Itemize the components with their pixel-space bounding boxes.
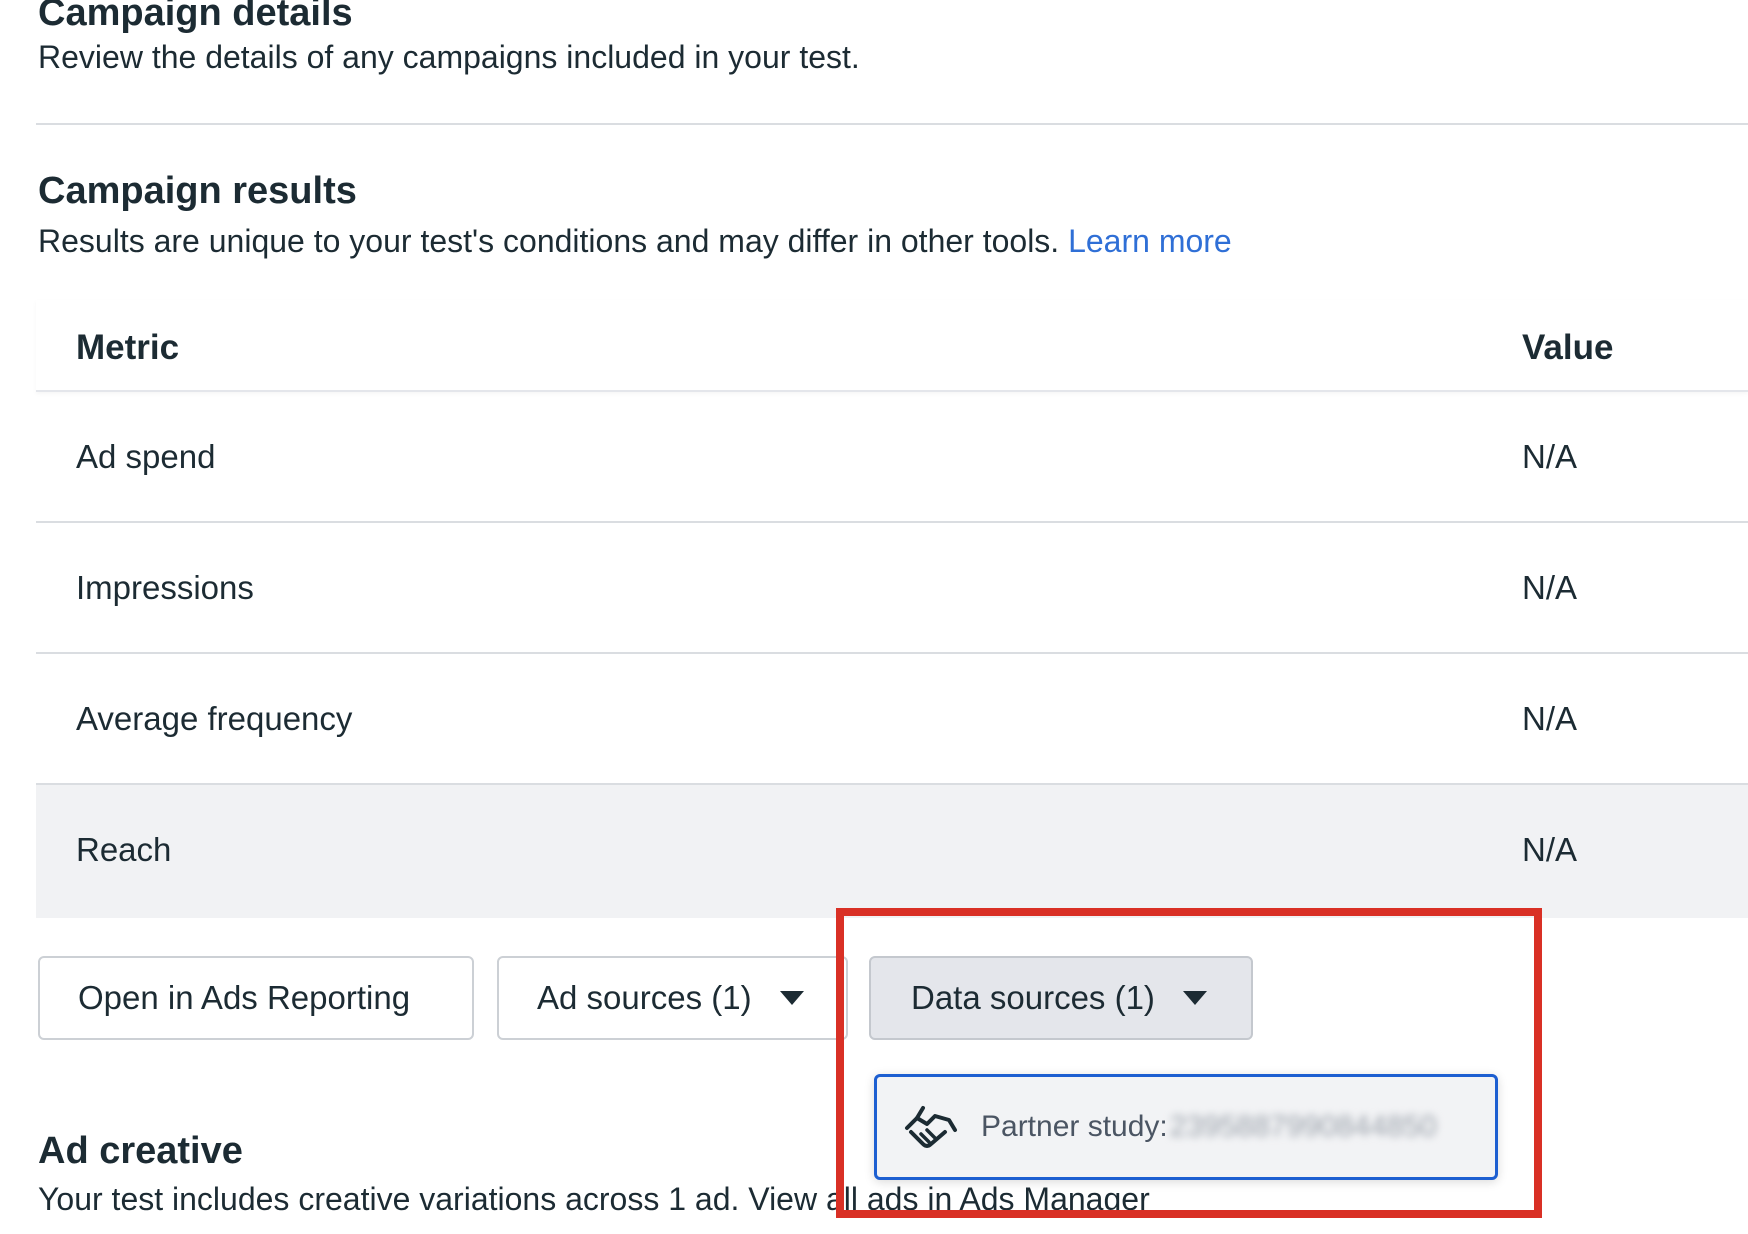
learn-more-link[interactable]: Learn more [1068,223,1232,259]
row-metric: Impressions [76,569,254,606]
partner-study-id-redacted: 2395887990844850 [1169,1110,1437,1143]
column-header-metric: Metric [76,328,180,367]
row-metric: Ad spend [76,438,216,475]
table-row: Ad spend N/A [36,392,1748,523]
data-sources-menu-item[interactable]: Partner study: 2395887990844850 [874,1074,1498,1180]
caret-down-icon [1182,991,1207,1005]
table-row: Impressions N/A [36,523,1748,654]
row-metric: Reach [76,831,172,868]
campaign-results-title: Campaign results [38,170,357,212]
campaign-details-subtitle: Review the details of any campaigns incl… [38,39,860,75]
page: Campaign details Review the details of a… [0,0,1748,1234]
campaign-details-title: Campaign details [38,0,353,34]
partner-study-label: Partner study: [981,1110,1168,1143]
data-sources-dropdown-button[interactable]: Data sources (1) [869,956,1253,1040]
data-sources-label: Data sources (1) [911,979,1155,1016]
view-all-ads-link[interactable]: View all ads in Ads Manager [748,1181,1149,1217]
row-value: N/A [1522,438,1578,475]
ad-sources-label: Ad sources (1) [537,979,752,1016]
campaign-results-table: Metric Value Ad spend N/A Impressions N/… [36,300,1748,918]
ad-creative-title: Ad creative [38,1130,243,1172]
open-in-ads-reporting-label: Open in Ads Reporting [78,979,411,1016]
ad-sources-dropdown-button[interactable]: Ad sources (1) [497,956,848,1040]
handshake-icon [905,1106,957,1148]
caret-down-icon [779,991,804,1005]
table-header: Metric Value [36,300,1748,392]
campaign-results-description: Results are unique to your test's condit… [38,223,1060,259]
row-metric: Average frequency [76,700,353,737]
table-row-hovered: Reach N/A [36,785,1748,918]
row-value: N/A [1522,700,1578,737]
campaign-results-subtitle: Results are unique to your test's condit… [38,222,1232,260]
row-value: N/A [1522,831,1578,868]
ad-creative-description: Your test includes creative variations a… [38,1181,749,1217]
open-in-ads-reporting-button[interactable]: Open in Ads Reporting [38,956,474,1040]
column-header-value: Value [1522,328,1614,367]
table-row: Average frequency N/A [36,654,1748,785]
ad-creative-subtitle: Your test includes creative variations a… [38,1180,1150,1218]
section-divider [36,123,1748,125]
row-value: N/A [1522,569,1578,606]
